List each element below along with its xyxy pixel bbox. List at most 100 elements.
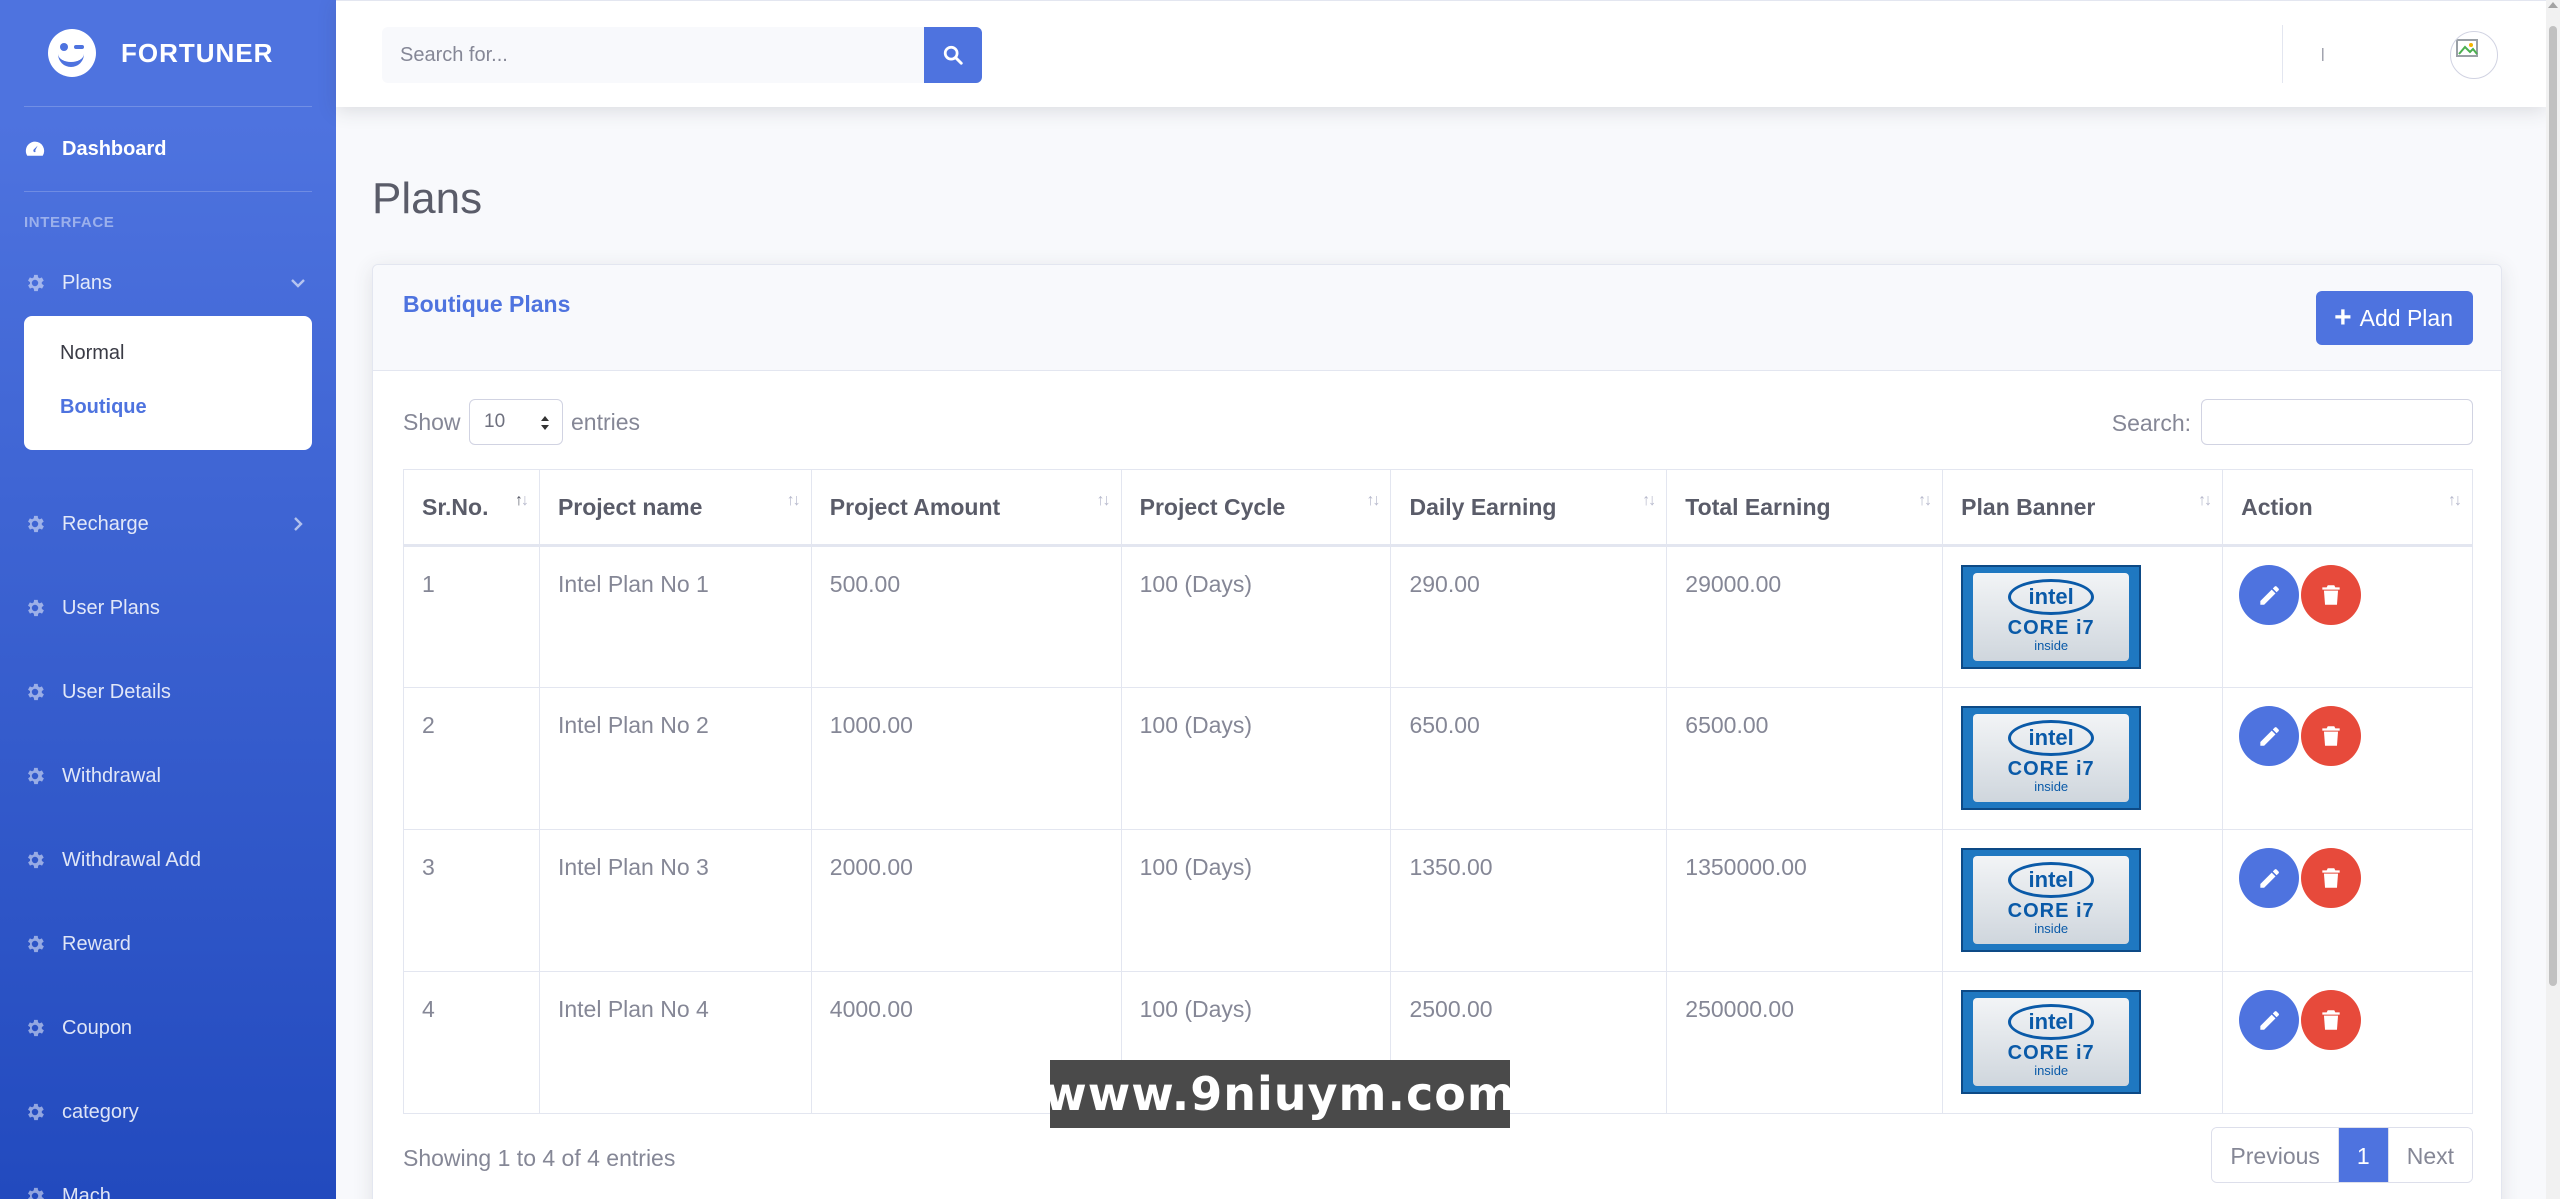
banner-brand: intel	[2008, 579, 2095, 615]
add-plan-button[interactable]: + Add Plan	[2316, 291, 2473, 345]
delete-button[interactable]	[2301, 565, 2362, 625]
cog-icon	[24, 513, 46, 535]
topbar-search	[382, 27, 982, 83]
banner-sub: inside	[2034, 921, 2069, 936]
search-icon	[943, 45, 963, 65]
sidebar-item-label: Mach	[62, 1184, 111, 1199]
table-cell: 1	[403, 545, 540, 688]
sidebar-item-user-details[interactable]: User Details	[0, 650, 336, 734]
sidebar-item-mach[interactable]: Mach	[0, 1154, 336, 1199]
banner-brand: intel	[2008, 720, 2095, 756]
sidebar-item-label: Recharge	[62, 512, 149, 535]
sort-icon: ↑↓	[1096, 492, 1111, 509]
edit-button[interactable]	[2239, 565, 2300, 625]
column-header-plan-banner[interactable]: Plan Banner ↑↓	[1942, 469, 2224, 547]
avatar[interactable]	[2450, 31, 2498, 79]
sidebar-item-label: category	[62, 1100, 139, 1123]
sidebar-item-plans[interactable]: Plans	[0, 250, 336, 316]
submenu-item-boutique[interactable]: Boutique	[24, 384, 312, 438]
search-input[interactable]	[382, 27, 924, 83]
banner-line: CORE i7	[2007, 617, 2095, 639]
entries-length-value: 10	[484, 411, 506, 432]
table-cell: 100 (Days)	[1120, 687, 1392, 830]
sidebar-item-coupon[interactable]: Coupon	[0, 986, 336, 1070]
sidebar-item-user-plans[interactable]: User Plans	[0, 566, 336, 650]
column-header-label: Project Cycle	[1139, 493, 1286, 520]
edit-button[interactable]	[2239, 990, 2300, 1050]
scrollbar[interactable]	[2546, 0, 2560, 1199]
plan-banner-image: intel CORE i7 inside	[1961, 565, 2142, 669]
sidebar-item-withdrawal-add[interactable]: Withdrawal Add	[0, 818, 336, 902]
sidebar-item-label: Withdrawal	[62, 764, 161, 787]
table-cell: 29000.00	[1666, 545, 1944, 688]
sidebar-item-label: Reward	[62, 932, 131, 955]
delete-button[interactable]	[2301, 706, 2362, 766]
user-dropdown[interactable]: |	[2321, 31, 2381, 77]
plans-card: Boutique Plans + Add Plan Show 10 entrie…	[372, 264, 2502, 1199]
sort-arrows-icon	[541, 416, 549, 430]
banner-sub: inside	[2034, 638, 2069, 653]
column-header-project-name[interactable]: Project name ↑↓	[538, 469, 812, 547]
sort-icon: ↑↓	[2198, 492, 2212, 509]
column-header-sr-no[interactable]: Sr.No. ↑↓	[403, 469, 540, 547]
banner-badge: intel CORE i7 inside	[1973, 714, 2130, 802]
sidebar-item-category[interactable]: category	[0, 1070, 336, 1154]
cog-icon	[24, 681, 46, 703]
banner-badge: intel CORE i7 inside	[1973, 573, 2130, 661]
page-1-button[interactable]: 1	[2338, 1128, 2389, 1182]
action-cell	[2222, 545, 2473, 688]
table-cell: 1350.00	[1390, 829, 1668, 972]
next-page-button[interactable]: Next	[2388, 1128, 2472, 1182]
column-header-label: Sr.No.	[422, 493, 489, 520]
scroll-up-icon[interactable]	[2548, 2, 2558, 8]
trash-icon	[2322, 868, 2340, 888]
column-header-action[interactable]: Action ↑↓	[2222, 469, 2473, 547]
trash-icon	[2322, 1010, 2340, 1030]
column-header-label: Action	[2241, 493, 2313, 520]
plan-banner-cell: intel CORE i7 inside	[1942, 971, 2224, 1114]
search-button[interactable]	[924, 27, 982, 83]
column-header-total-earning[interactable]: Total Earning ↑↓	[1666, 469, 1944, 547]
column-header-daily-earning[interactable]: Daily Earning ↑↓	[1390, 469, 1668, 547]
topbar: |	[336, 0, 2546, 107]
cog-icon	[24, 1101, 46, 1123]
entries-length-select[interactable]: 10	[469, 399, 563, 445]
submenu-item-normal[interactable]: Normal	[24, 330, 312, 384]
sidebar-item-label: Withdrawal Add	[62, 848, 201, 871]
plan-banner-cell: intel CORE i7 inside	[1942, 545, 2224, 688]
column-header-label: Daily Earning	[1409, 493, 1557, 520]
table-cell: 1350000.00	[1666, 829, 1944, 972]
banner-sub: inside	[2034, 1063, 2069, 1078]
table-cell: Intel Plan No 2	[538, 687, 812, 830]
column-header-project-cycle[interactable]: Project Cycle ↑↓	[1120, 469, 1392, 547]
table-search-label: Search:	[2111, 410, 2191, 436]
table-cell: Intel Plan No 3	[538, 829, 812, 972]
pencil-icon	[2260, 1011, 2280, 1030]
sidebar-item-withdrawal[interactable]: Withdrawal	[0, 734, 336, 818]
edit-button[interactable]	[2239, 848, 2300, 908]
sidebar-item-reward[interactable]: Reward	[0, 902, 336, 986]
plan-banner-image: intel CORE i7 inside	[1961, 990, 2142, 1094]
brand-link[interactable]: FORTUNER	[0, 0, 336, 106]
column-header-label: Project Amount	[829, 493, 1001, 520]
pencil-icon	[2260, 586, 2280, 605]
table-search-input[interactable]	[2201, 399, 2473, 445]
delete-button[interactable]	[2301, 848, 2362, 908]
plan-banner-image: intel CORE i7 inside	[1961, 706, 2142, 810]
edit-button[interactable]	[2239, 706, 2300, 766]
user-name: |	[2321, 45, 2325, 61]
delete-button[interactable]	[2301, 990, 2362, 1050]
scrollbar-thumb[interactable]	[2549, 26, 2557, 986]
sort-icon: ↑↓	[1642, 492, 1656, 509]
trash-icon	[2322, 726, 2340, 746]
table-info: Showing 1 to 4 of 4 entries	[403, 1145, 676, 1171]
cog-icon	[24, 765, 46, 787]
sidebar-item-recharge[interactable]: Recharge	[0, 482, 336, 566]
table-cell: 250000.00	[1666, 971, 1944, 1114]
chevron-down-icon	[288, 273, 308, 293]
sidebar-item-label: User Plans	[62, 596, 160, 619]
sidebar-item-dashboard[interactable]: Dashboard	[0, 107, 336, 191]
banner-brand: intel	[2008, 1004, 2095, 1040]
column-header-project-amount[interactable]: Project Amount ↑↓	[810, 469, 1122, 547]
previous-page-button[interactable]: Previous	[2212, 1128, 2339, 1182]
